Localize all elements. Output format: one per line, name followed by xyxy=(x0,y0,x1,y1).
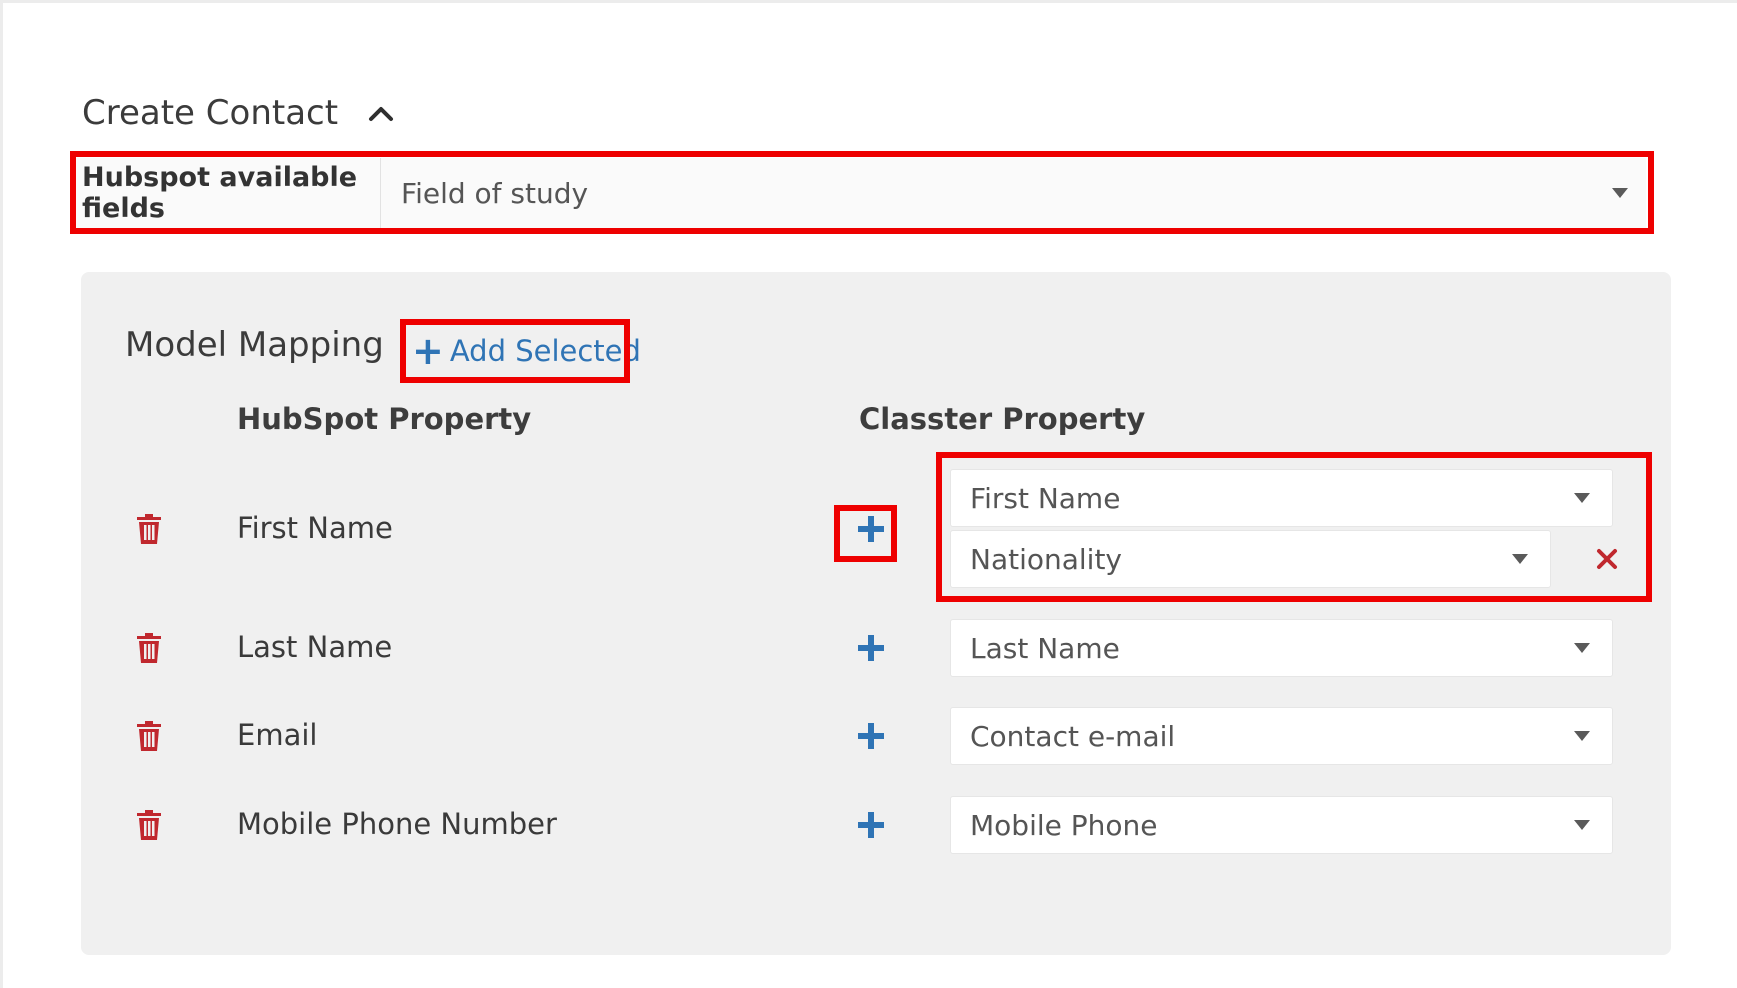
hubspot-property-label: Mobile Phone Number xyxy=(237,807,557,841)
select-value: Mobile Phone xyxy=(970,808,1158,842)
add-mapping-plus-icon[interactable] xyxy=(856,721,886,751)
trash-icon[interactable] xyxy=(136,721,162,751)
trash-icon[interactable] xyxy=(136,514,162,544)
highlight-box xyxy=(400,319,630,383)
section-title: Create Contact xyxy=(82,93,339,133)
add-mapping-plus-icon[interactable] xyxy=(856,633,886,663)
model-mapping-title: Model Mapping xyxy=(125,325,384,365)
classter-property-header: Classter Property xyxy=(859,402,1146,436)
trash-icon[interactable] xyxy=(136,633,162,663)
hubspot-property-header: HubSpot Property xyxy=(237,402,532,436)
hubspot-property-label: Last Name xyxy=(237,630,393,664)
window-top-edge xyxy=(0,0,1737,3)
trash-icon[interactable] xyxy=(136,810,162,840)
dropdown-arrow-icon xyxy=(1574,731,1590,741)
window-left-edge xyxy=(0,0,3,988)
hubspot-property-label: Email xyxy=(237,718,318,752)
select-value: Contact e-mail xyxy=(970,719,1176,753)
dropdown-arrow-icon xyxy=(1574,643,1590,653)
add-mapping-plus-icon[interactable] xyxy=(856,810,886,840)
chevron-up-icon[interactable] xyxy=(368,100,394,126)
classter-property-select[interactable]: Mobile Phone xyxy=(950,796,1613,854)
hubspot-property-label: First Name xyxy=(237,511,393,545)
highlight-box xyxy=(70,151,1654,234)
select-value: Last Name xyxy=(970,631,1120,665)
section-header[interactable]: Create Contact xyxy=(82,88,394,138)
classter-property-select[interactable]: Last Name xyxy=(950,619,1613,677)
dropdown-arrow-icon xyxy=(1574,820,1590,830)
highlight-box xyxy=(834,505,897,562)
classter-property-select[interactable]: Contact e-mail xyxy=(950,707,1613,765)
highlight-box xyxy=(936,452,1652,602)
